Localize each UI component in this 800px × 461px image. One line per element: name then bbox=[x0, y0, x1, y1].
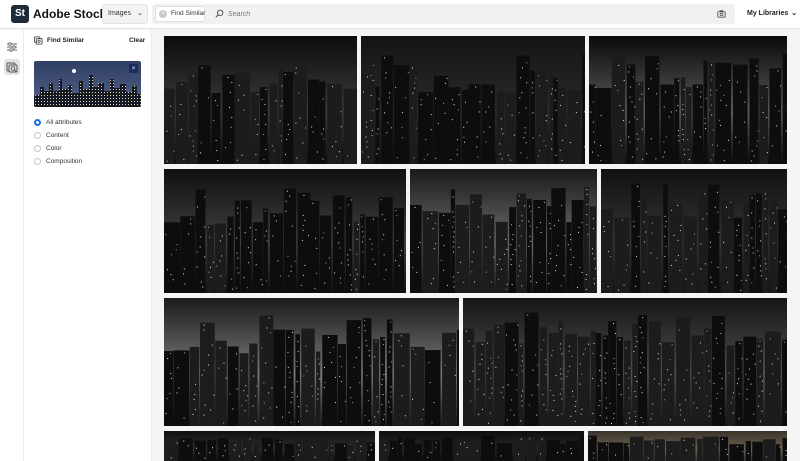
find-similar-icon bbox=[6, 62, 18, 73]
chevron-down-icon: ⌄ bbox=[137, 10, 143, 17]
clear-button[interactable]: Clear bbox=[129, 37, 145, 44]
skyline-photo bbox=[164, 298, 459, 426]
find-similar-icon bbox=[34, 36, 43, 45]
skyline-photo bbox=[379, 431, 584, 461]
find-similar-button[interactable] bbox=[4, 59, 20, 75]
chevron-down-icon: ⌄ bbox=[791, 10, 798, 17]
camera-icon[interactable] bbox=[716, 8, 727, 19]
skyline-photo bbox=[588, 431, 787, 461]
option-color[interactable]: Color bbox=[34, 143, 62, 153]
result-image[interactable] bbox=[410, 169, 597, 293]
radio-icon bbox=[34, 144, 41, 152]
reference-image-photo bbox=[34, 61, 141, 107]
result-image[interactable] bbox=[379, 431, 584, 461]
skyline-photo bbox=[164, 36, 357, 164]
find-similar-chip[interactable]: × Find Similar bbox=[155, 6, 205, 22]
chip-label: Find Similar bbox=[171, 10, 206, 17]
close-icon[interactable]: × bbox=[159, 10, 167, 18]
skyline-photo bbox=[589, 36, 787, 164]
result-image[interactable] bbox=[164, 298, 459, 426]
filters-icon bbox=[7, 42, 17, 52]
adobe-stock-logo[interactable]: St bbox=[11, 5, 29, 23]
top-bar: St Adobe Stock Images ⌄ × Find Similar M… bbox=[0, 0, 800, 29]
option-label: Content bbox=[46, 131, 69, 139]
result-image[interactable] bbox=[601, 169, 787, 293]
search-input[interactable] bbox=[228, 6, 628, 22]
app-title[interactable]: Adobe Stock bbox=[33, 7, 106, 21]
skyline-photo bbox=[410, 169, 597, 293]
result-image[interactable] bbox=[164, 169, 406, 293]
option-content[interactable]: Content bbox=[34, 130, 69, 140]
libraries-label: My Libraries bbox=[747, 10, 789, 17]
option-composition[interactable]: Composition bbox=[34, 156, 82, 166]
radio-icon bbox=[34, 157, 41, 165]
panel-title: Find Similar bbox=[47, 37, 85, 44]
asset-type-label: Images bbox=[108, 10, 131, 17]
result-image[interactable] bbox=[463, 298, 787, 426]
option-label: All attributes bbox=[46, 118, 82, 126]
option-label: Composition bbox=[46, 157, 83, 165]
option-all-attributes[interactable]: All attributes bbox=[34, 117, 82, 127]
search-bar[interactable]: × Find Similar bbox=[152, 4, 735, 24]
result-image[interactable] bbox=[588, 431, 787, 461]
search-icon bbox=[215, 9, 224, 18]
result-image[interactable] bbox=[361, 36, 585, 164]
reference-image: × bbox=[34, 61, 141, 107]
my-libraries-menu[interactable]: My Libraries ⌄ bbox=[747, 9, 797, 17]
find-similar-panel: Find Similar Clear × All attributes Cont… bbox=[24, 30, 152, 461]
radio-selected-icon bbox=[34, 118, 41, 126]
asset-type-select[interactable]: Images ⌄ bbox=[102, 4, 148, 24]
filters-button[interactable] bbox=[4, 39, 20, 55]
remove-reference-icon[interactable]: × bbox=[129, 64, 138, 73]
result-image[interactable] bbox=[164, 431, 375, 461]
result-image[interactable] bbox=[589, 36, 787, 164]
left-rail bbox=[0, 30, 24, 461]
result-image[interactable] bbox=[164, 36, 357, 164]
skyline-photo bbox=[164, 169, 406, 293]
skyline-photo bbox=[164, 431, 375, 461]
radio-icon bbox=[34, 131, 41, 139]
skyline-photo bbox=[361, 36, 585, 164]
option-label: Color bbox=[46, 144, 62, 152]
skyline-photo bbox=[463, 298, 787, 426]
skyline-photo bbox=[601, 169, 787, 293]
